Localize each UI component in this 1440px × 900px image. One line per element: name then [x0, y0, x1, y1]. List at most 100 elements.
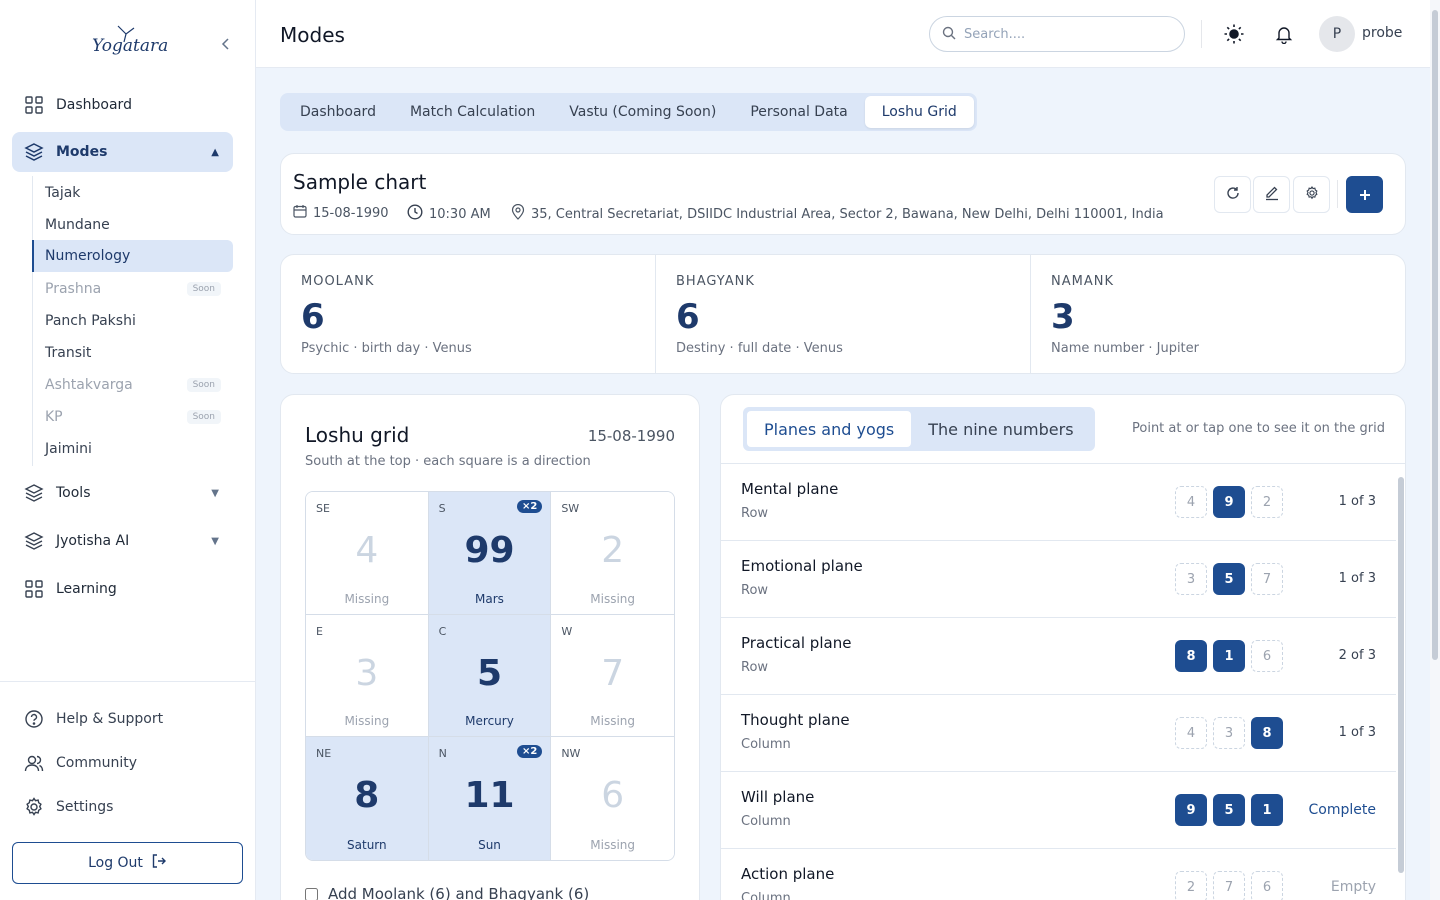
submenu-label: Transit [45, 345, 92, 361]
soon-badge: Soon [186, 410, 221, 424]
loshu-cell-sw[interactable]: SW 2 Missing [551, 492, 674, 615]
plane-chips: 438 [1175, 717, 1283, 749]
add-numbers-checkbox-input[interactable] [305, 887, 318, 900]
submenu-item-prashna[interactable]: Prashna Soon [32, 273, 233, 305]
cell-value: 5 [476, 652, 503, 694]
mode-tabs: Dashboard Match Calculation Vastu (Comin… [280, 93, 977, 131]
planes-card: Planes and yogs The nine numbers Point a… [720, 394, 1406, 900]
chart-time: 10:30 AM [407, 204, 491, 224]
cell-caption: Missing [344, 714, 390, 729]
number-desc: Psychic · birth day · Venus [301, 341, 472, 356]
submenu-label: Ashtakvarga [45, 377, 133, 393]
search-box[interactable] [929, 16, 1185, 52]
submenu-item-panch-pakshi[interactable]: Panch Pakshi [32, 305, 233, 337]
loshu-cell-c[interactable]: C 5 Mercury [428, 614, 552, 738]
add-chart-button[interactable] [1346, 176, 1383, 213]
community-link[interactable]: Community [24, 751, 137, 775]
tab-loshu-grid[interactable]: Loshu Grid [864, 96, 974, 128]
plane-chips: 816 [1175, 640, 1283, 672]
plus-icon [1358, 183, 1372, 207]
number-value: 6 [301, 297, 325, 337]
cell-caption: Missing [590, 837, 636, 852]
plane-row[interactable]: Mental plane Row 4 9 2 1 of 3 [721, 464, 1396, 541]
plane-kind: Column [741, 891, 791, 900]
logout-button[interactable]: Log Out [12, 842, 243, 884]
loshu-cell-w[interactable]: W 7 Missing [551, 614, 674, 738]
collapse-sidebar-icon[interactable] [216, 34, 236, 54]
edit-button[interactable] [1253, 176, 1290, 213]
submenu-item-kp[interactable]: KP Soon [32, 401, 233, 433]
cell-direction: NE [316, 747, 332, 761]
theme-toggle-sun-icon[interactable] [1222, 22, 1246, 46]
plane-row[interactable]: Will plane Column 9 5 1 Complete [721, 772, 1396, 849]
core-numbers-card: MOOLANK 6 Psychic · birth day · Venus BH… [280, 254, 1406, 374]
sidebar-item-jyotisha-ai[interactable]: Jyotisha AI ▼ [12, 521, 233, 561]
avatar[interactable]: P [1319, 16, 1355, 52]
sidebar-item-tools[interactable]: Tools ▼ [12, 473, 233, 513]
loshu-cell-e[interactable]: E 3 Missing [306, 614, 429, 738]
cell-caption: Missing [344, 591, 390, 606]
loshu-cell-nw[interactable]: NW 6 Missing [551, 737, 674, 860]
page-scrollbar-thumb[interactable] [1432, 10, 1438, 660]
loshu-cell-ne[interactable]: NE 8 Saturn [306, 737, 429, 860]
cell-caption: Mercury [465, 714, 514, 729]
tab-nine-numbers[interactable]: The nine numbers [911, 411, 1090, 447]
sidebar-item-learning[interactable]: Learning [12, 569, 233, 609]
footer-label: Help & Support [56, 711, 164, 727]
submenu-item-transit[interactable]: Transit [32, 337, 233, 369]
add-numbers-checkbox[interactable]: Add Moolank (6) and Bhagyank (6) [305, 885, 589, 900]
header-separator [1201, 20, 1202, 48]
plane-row[interactable]: Practical plane Row 8 1 6 2 of 3 [721, 618, 1396, 695]
plane-number-chip: 3 [1175, 563, 1207, 595]
refresh-button[interactable] [1214, 176, 1251, 213]
number-value: 3 [1051, 297, 1075, 337]
planes-scrollbar-thumb[interactable] [1398, 477, 1404, 873]
submenu-item-jaimini[interactable]: Jaimini [32, 433, 233, 465]
plane-number-chip: 1 [1213, 640, 1245, 672]
tab-match-calculation[interactable]: Match Calculation [393, 96, 552, 128]
soon-badge: Soon [186, 378, 221, 392]
refresh-icon [1226, 185, 1240, 204]
tab-personal-data[interactable]: Personal Data [733, 96, 864, 128]
cell-value: 3 [355, 652, 379, 694]
submenu-item-tajak[interactable]: Tajak [32, 177, 233, 209]
plane-chips: 951 [1175, 794, 1283, 826]
username[interactable]: probe [1362, 25, 1402, 41]
sidebar-item-dashboard[interactable]: Dashboard [12, 85, 233, 125]
submenu-item-numerology[interactable]: Numerology [32, 240, 233, 272]
submenu-item-ashtakvarga[interactable]: Ashtakvarga Soon [32, 369, 233, 401]
plane-chips: 357 [1175, 563, 1283, 595]
chart-place-text: 35, Central Secretariat, DSIIDC Industri… [531, 206, 1164, 222]
loshu-cell-n[interactable]: N ×2 11 Sun [428, 737, 552, 860]
plane-chips: 492 [1175, 486, 1283, 518]
plane-number-chip: 3 [1213, 717, 1245, 749]
submenu-item-mundane[interactable]: Mundane [32, 209, 233, 241]
plane-row[interactable]: Thought plane Column 4 3 8 1 of 3 [721, 695, 1396, 772]
caret-up-icon: ▲ [211, 146, 219, 158]
sidebar-item-modes[interactable]: Modes ▲ [12, 132, 233, 172]
cell-value: 7 [601, 652, 625, 694]
plane-row[interactable]: Emotional plane Row 3 5 7 1 of 3 [721, 541, 1396, 618]
plane-number-chip: 1 [1251, 794, 1283, 826]
plane-row[interactable]: Action plane Column 2 7 6 Empty [721, 849, 1396, 900]
search-input[interactable] [964, 26, 1164, 42]
number-label: MOOLANK [301, 274, 375, 289]
pencil-icon [1264, 185, 1280, 205]
loshu-cell-se[interactable]: SE 4 Missing [306, 492, 429, 615]
tab-vastu[interactable]: Vastu (Coming Soon) [552, 96, 733, 128]
plane-number-chip: 7 [1251, 563, 1283, 595]
settings-link[interactable]: Settings [24, 795, 113, 819]
loshu-cell-s[interactable]: S ×2 99 Mars [428, 492, 552, 615]
tab-dashboard[interactable]: Dashboard [283, 96, 393, 128]
plane-number-chip: 9 [1213, 486, 1245, 518]
chart-date-text: 15-08-1990 [313, 205, 389, 221]
number-desc: Destiny · full date · Venus [676, 341, 843, 356]
tab-planes-and-yogs[interactable]: Planes and yogs [747, 411, 912, 447]
bell-icon[interactable] [1272, 22, 1296, 46]
cell-caption: Mars [475, 591, 504, 606]
logout-icon [151, 853, 167, 873]
chart-settings-button[interactable] [1293, 176, 1330, 213]
chart-info-card: Sample chart 15-08-1990 10:30 AM 35, Cen… [280, 153, 1406, 235]
help-support-link[interactable]: Help & Support [24, 707, 163, 731]
cell-value: 6 [601, 775, 625, 817]
